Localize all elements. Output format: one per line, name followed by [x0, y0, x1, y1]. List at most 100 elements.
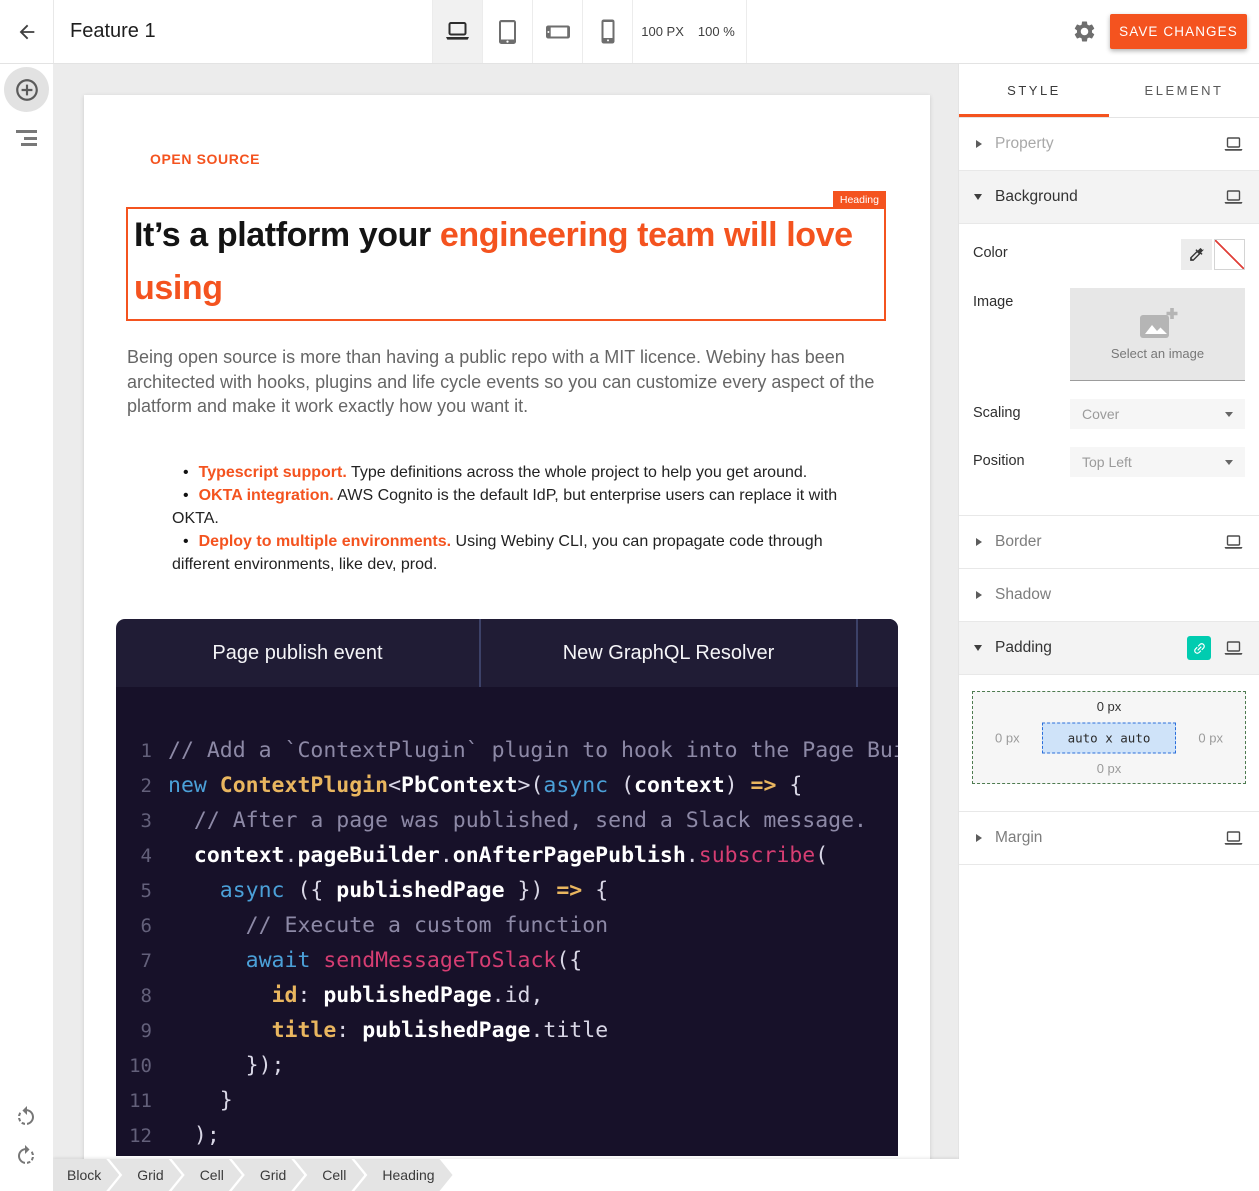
tablet-icon	[497, 19, 518, 45]
element-type-badge: Heading	[833, 191, 886, 209]
caret-down-icon	[1225, 460, 1233, 465]
laptop-icon	[1223, 137, 1244, 152]
editor-canvas: OPEN SOURCE Heading It’s a platform your…	[53, 63, 959, 1191]
tablet-preview-button[interactable]	[482, 0, 532, 63]
position-select[interactable]: Top Left	[1070, 447, 1245, 477]
breadcrumb: BlockGridCellGridCellHeading	[53, 1159, 959, 1191]
padding-left-input[interactable]: 0 px	[995, 730, 1020, 745]
undo-button[interactable]	[14, 1105, 38, 1129]
breadcrumb-item[interactable]: Heading	[354, 1159, 452, 1191]
selected-heading-element[interactable]: Heading It’s a platform your engineering…	[126, 207, 886, 321]
settings-button[interactable]	[1072, 19, 1098, 45]
page-builder-app: Feature 1	[0, 0, 1259, 1191]
paragraph-text: Being open source is more than having a …	[127, 345, 937, 419]
breadcrumb-item[interactable]: Grid	[109, 1159, 181, 1191]
list-item: •Typescript support. Type definitions ac…	[172, 461, 932, 484]
redo-icon	[14, 1144, 38, 1168]
undo-icon	[14, 1105, 38, 1129]
laptop-icon	[1223, 641, 1244, 656]
code-line: 1// Add a `ContextPlugin` plugin to hook…	[116, 733, 898, 768]
code-tab: Page publish event	[116, 619, 479, 687]
chevron-right-icon	[976, 834, 982, 842]
code-line: 9 title: publishedPage.title	[116, 1013, 898, 1048]
bullet-icon: •	[183, 533, 189, 550]
add-element-button[interactable]	[4, 67, 49, 112]
chevron-down-icon	[974, 645, 982, 651]
panel-tabs: STYLE ELEMENT	[959, 63, 1259, 118]
back-button[interactable]	[0, 0, 54, 63]
element-tree-button[interactable]	[0, 123, 53, 153]
phone-portrait-icon	[601, 19, 615, 44]
link-icon	[1188, 637, 1209, 658]
tab-element[interactable]: ELEMENT	[1109, 63, 1259, 117]
code-line: 10 });	[116, 1048, 898, 1083]
arrow-back-icon	[16, 21, 38, 43]
laptop-icon	[1223, 535, 1244, 550]
scaling-select[interactable]: Cover	[1070, 399, 1245, 429]
add-circle-icon	[14, 77, 40, 103]
list-item: •OKTA integration. AWS Cognito is the de…	[172, 484, 932, 530]
link-values-button[interactable]	[1187, 636, 1211, 660]
image-label: Image	[973, 288, 1013, 381]
code-line: 3 // After a page was published, send a …	[116, 803, 898, 838]
tab-style[interactable]: STYLE	[959, 63, 1109, 117]
code-line: 11 }	[116, 1083, 898, 1118]
add-image-icon	[1137, 307, 1179, 341]
device-preview-group	[432, 0, 633, 63]
padding-bottom-input[interactable]: 0 px	[973, 761, 1245, 776]
phone-landscape-preview-button[interactable]	[532, 0, 582, 63]
padding-top-input[interactable]: 0 px	[973, 699, 1245, 714]
caret-down-icon	[1225, 412, 1233, 417]
color-picker-button[interactable]	[1181, 239, 1212, 270]
page-preview: OPEN SOURCE Heading It’s a platform your…	[84, 95, 930, 1191]
save-changes-button[interactable]: SAVE CHANGES	[1110, 14, 1247, 49]
bullet-icon: •	[183, 487, 189, 504]
no-color-icon	[1214, 239, 1245, 270]
code-line: 8 id: publishedPage.id,	[116, 978, 898, 1013]
desktop-preview-button[interactable]	[432, 0, 482, 63]
color-label: Color	[973, 239, 1008, 270]
section-property[interactable]: Property	[959, 118, 1259, 171]
section-margin[interactable]: Margin	[959, 812, 1259, 865]
bullet-icon: •	[183, 464, 189, 481]
left-toolbar	[0, 63, 53, 1191]
laptop-icon	[1223, 831, 1244, 846]
padding-settings: 0 px 0 px auto x auto 0 px 0 px	[959, 675, 1259, 812]
padding-right-input[interactable]: 0 px	[1198, 730, 1223, 745]
section-shadow[interactable]: Shadow	[959, 569, 1259, 622]
redo-button[interactable]	[14, 1144, 38, 1168]
dimension-value: 100 PX	[641, 24, 684, 39]
background-settings: Color Image Select an image	[959, 224, 1259, 516]
code-line: 4 context.pageBuilder.onAfterPagePublish…	[116, 838, 898, 873]
phone-portrait-preview-button[interactable]	[582, 0, 632, 63]
breadcrumb-item[interactable]: Grid	[232, 1159, 304, 1191]
section-background[interactable]: Background	[959, 171, 1259, 224]
tree-icon	[16, 130, 37, 146]
laptop-icon	[444, 21, 471, 42]
element-size-box[interactable]: auto x auto	[1042, 722, 1176, 753]
transparent-color-swatch[interactable]	[1214, 239, 1245, 270]
breadcrumb-item[interactable]: Cell	[172, 1159, 242, 1191]
kicker-text: OPEN SOURCE	[150, 151, 260, 167]
eyedropper-icon	[1188, 246, 1205, 263]
breadcrumb-item[interactable]: Cell	[294, 1159, 364, 1191]
section-padding[interactable]: Padding	[959, 622, 1259, 675]
select-image-button[interactable]: Select an image	[1070, 288, 1245, 381]
feature-list: •Typescript support. Type definitions ac…	[172, 461, 932, 576]
code-tabs: Page publish eventNew GraphQL Resolver	[116, 619, 898, 687]
chevron-right-icon	[976, 538, 982, 546]
zoom-value: 100 %	[698, 24, 735, 39]
code-body: 1// Add a `ContextPlugin` plugin to hook…	[116, 687, 898, 1156]
code-line: 5 async ({ publishedPage }) => {	[116, 873, 898, 908]
laptop-icon	[1223, 190, 1244, 205]
breadcrumb-item[interactable]: Block	[53, 1159, 119, 1191]
code-line: 2new ContextPlugin<PbContext>(async (con…	[116, 768, 898, 803]
gear-icon	[1072, 19, 1097, 44]
padding-editor: 0 px 0 px auto x auto 0 px 0 px	[972, 691, 1246, 784]
section-border[interactable]: Border	[959, 516, 1259, 569]
code-tab: New GraphQL Resolver	[481, 619, 856, 687]
scaling-label: Scaling	[973, 399, 1021, 429]
page-title: Feature 1	[70, 0, 156, 63]
chevron-down-icon	[974, 194, 982, 200]
phone-landscape-icon	[545, 25, 571, 39]
